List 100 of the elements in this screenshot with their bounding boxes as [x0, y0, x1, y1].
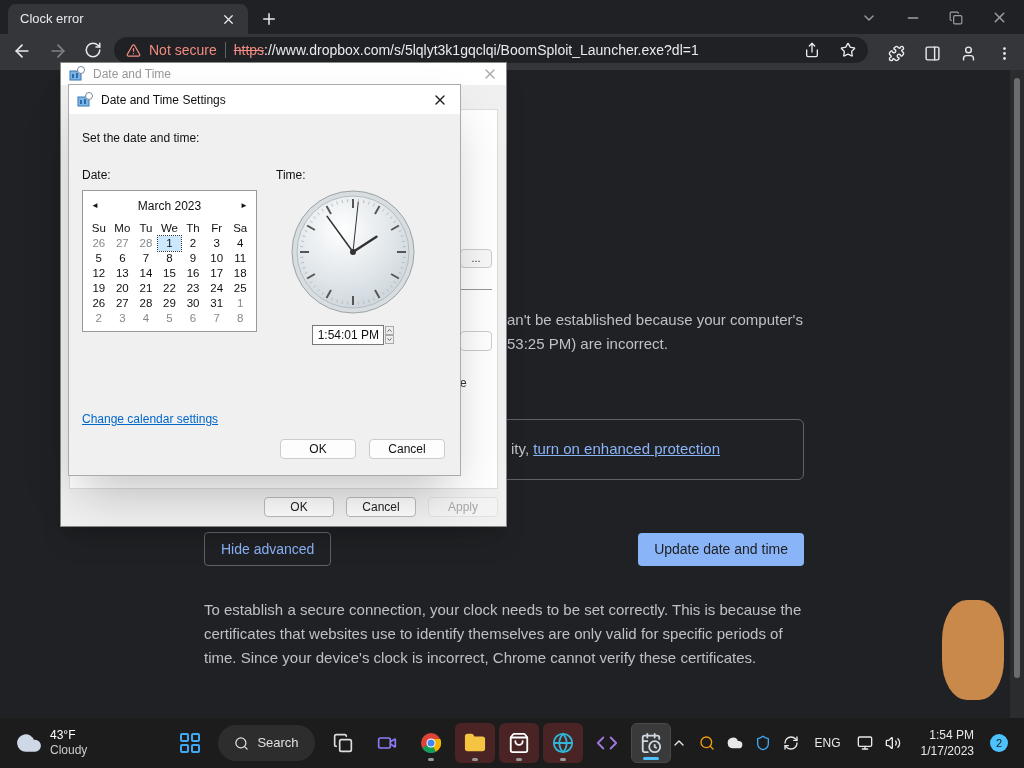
bookmark-star-icon[interactable]: [840, 42, 856, 58]
notification-badge[interactable]: 2: [990, 734, 1008, 752]
dialog-title: Date and Time Settings: [101, 91, 226, 109]
calendar-day[interactable]: 23: [181, 281, 205, 296]
time-spinner[interactable]: [385, 326, 394, 344]
calendar-day[interactable]: 3: [110, 311, 135, 326]
dialog-button[interactable]: OK: [264, 497, 334, 517]
label-fragment: e: [460, 375, 467, 392]
scrollbar-thumb[interactable]: [1014, 78, 1020, 678]
clock-explanation: To establish a secure connection, your clock needs to be set correctly. This is because the certificates that websites use to identify themselves are only valid for specific periods of time. Since your device's clock is incorrect, Chrome cannot verify these certificates.: [204, 600, 803, 668]
url-text: https://www.dropbox.com/s/5lqlyt3k1gqclqi/BoomSploit_Launcher.exe?dl=1: [233, 42, 699, 58]
calendar-day[interactable]: 3: [204, 236, 229, 251]
calendar-day[interactable]: 28: [134, 236, 158, 251]
calendar-day[interactable]: 29: [157, 296, 182, 311]
taskbar-app[interactable]: [498, 723, 539, 763]
calendar-day[interactable]: 9: [181, 251, 205, 266]
previous-month-arrow[interactable]: ◄: [91, 200, 99, 212]
calendar-day[interactable]: 20: [110, 281, 135, 296]
weather-temperature[interactable]: 43°F: [50, 728, 88, 743]
calendar-day[interactable]: 16: [181, 266, 205, 281]
reload-icon[interactable]: [84, 41, 102, 59]
start-icon: [178, 731, 203, 755]
volume-icon[interactable]: [884, 735, 901, 751]
calendar-day[interactable]: 8: [157, 251, 182, 266]
enhanced-protection-link[interactable]: turn on enhanced protection: [533, 440, 721, 458]
calendar-day[interactable]: 8: [228, 311, 252, 326]
protection-text: ity, turn on enhanced protection: [511, 439, 721, 460]
calendar-month[interactable]: March 2023: [137, 197, 202, 215]
extensions-icon[interactable]: [887, 44, 905, 62]
taskbar-search-button[interactable]: Search: [218, 725, 315, 761]
calendar-day[interactable]: 4: [134, 311, 158, 326]
window-title: Date and Time: [93, 66, 172, 83]
weather-condition[interactable]: Cloudy: [50, 743, 88, 758]
calendar-day[interactable]: 28: [134, 296, 158, 311]
hide-advanced-button[interactable]: Hide advanced: [204, 532, 332, 566]
taskbar-app[interactable]: [542, 723, 583, 763]
update-date-button[interactable]: Update date and time: [638, 532, 804, 566]
sync-tray-icon[interactable]: [782, 735, 799, 751]
language-indicator[interactable]: ENG: [814, 734, 841, 752]
next-month-arrow[interactable]: ►: [240, 200, 248, 212]
magnifier-tray-icon[interactable]: [698, 735, 715, 751]
dialog-button[interactable]: Cancel: [346, 497, 416, 517]
calendar-day[interactable]: 31: [204, 296, 229, 311]
dialog-button[interactable]: Cancel: [369, 439, 445, 459]
shield-tray-icon[interactable]: [754, 735, 771, 751]
calendar-settings-link[interactable]: Change calendar settings: [82, 410, 219, 428]
calendar-day[interactable]: 2: [181, 236, 205, 251]
input-field[interactable]: [460, 331, 492, 351]
calendar-day[interactable]: 26: [87, 236, 111, 251]
calendar-day[interactable]: 7: [134, 251, 158, 266]
taskbar-app[interactable]: [454, 723, 495, 763]
browser-tab[interactable]: Clock error: [8, 4, 248, 34]
calendar-day[interactable]: 24: [204, 281, 229, 296]
security-label: Not secure: [149, 42, 217, 58]
cloud-tray-icon[interactable]: [726, 735, 743, 751]
calendar-day[interactable]: 25: [228, 281, 252, 296]
decrease-icon[interactable]: [385, 335, 394, 344]
calendar-day[interactable]: 27: [110, 236, 135, 251]
weekday-label: Sa: [232, 221, 249, 236]
address-bar[interactable]: Not secure https://www.dropbox.com/s/5lqlyt3k1gqclqi/BoomSploit_Launcher.exe?dl=1: [114, 37, 868, 63]
calendar-day[interactable]: 27: [110, 296, 135, 311]
calendar-day[interactable]: 5: [87, 251, 111, 266]
calendar-day[interactable]: 1: [228, 296, 252, 311]
network-icon[interactable]: [856, 735, 873, 751]
weekday-label: Mo: [113, 221, 132, 236]
calendar-day[interactable]: 26: [87, 296, 111, 311]
increase-icon[interactable]: [385, 326, 394, 335]
weekday-label: Tu: [138, 221, 154, 236]
calendar-day[interactable]: 6: [110, 251, 135, 266]
calendar-day[interactable]: 6: [181, 311, 205, 326]
calendar-day[interactable]: 18: [228, 266, 252, 281]
calendar-day[interactable]: 1: [157, 236, 182, 251]
side-panel-icon[interactable]: [923, 44, 941, 62]
calendar-day[interactable]: 22: [157, 281, 182, 296]
calendar-day[interactable]: 13: [110, 266, 135, 281]
calendar-day[interactable]: 2: [87, 311, 111, 326]
tray-clock[interactable]: 1:54 PM 1/17/2023: [920, 727, 974, 759]
calendar-day[interactable]: 17: [204, 266, 229, 281]
calendar-day[interactable]: 7: [204, 311, 229, 326]
calendar-day[interactable]: 10: [204, 251, 229, 266]
calendar-day[interactable]: 15: [157, 266, 182, 281]
change-button[interactable]: ...: [460, 249, 492, 268]
tray-time: 1:54 PM: [929, 727, 974, 743]
dialog-button[interactable]: OK: [280, 439, 356, 459]
time-input[interactable]: 1:54:01 PM: [312, 325, 384, 345]
weekday-label: Fr: [210, 221, 224, 236]
taskbar-app[interactable]: [630, 723, 671, 763]
calendar-day[interactable]: 30: [181, 296, 205, 311]
calendar-day[interactable]: 11: [228, 251, 252, 266]
date-time-app-icon: [69, 66, 85, 82]
new-tab-icon[interactable]: [260, 10, 278, 28]
calendar-day[interactable]: 5: [157, 311, 182, 326]
calendar-day[interactable]: 21: [134, 281, 158, 296]
calendar-day[interactable]: 14: [134, 266, 158, 281]
calendar-day[interactable]: 4: [228, 236, 252, 251]
calendar-day[interactable]: 19: [87, 281, 111, 296]
calendar[interactable]: ◄ March 2023 ► Su Mo Tu We Th Fr Sa 26 27 28 1 2 3 4 5 6 7 8 9 10 11 12 13 14 15 16 17 18 19 20 21 22 23 24 25 26 27 28 29 30 31 1 2 3 4 5 6 7 8: [82, 190, 257, 332]
restore-icon[interactable]: [949, 10, 963, 25]
calendar-day[interactable]: 12: [87, 266, 111, 281]
share-icon[interactable]: [804, 42, 820, 58]
